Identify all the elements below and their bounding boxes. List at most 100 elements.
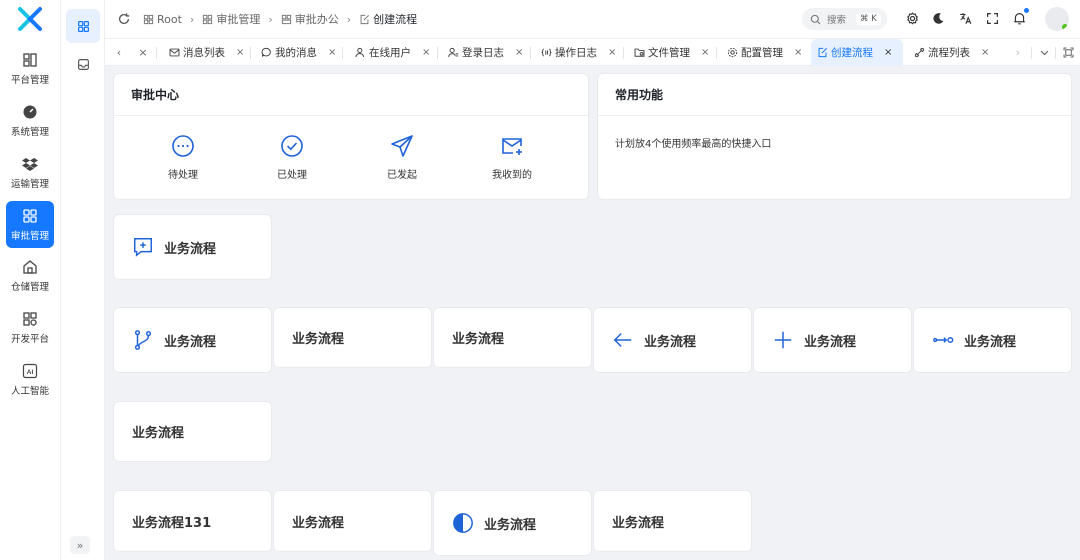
platform-icon [23,52,37,67]
close-icon[interactable]: × [701,47,709,58]
tabs-maximize-button[interactable] [1060,39,1076,66]
search-icon [810,14,821,24]
edit-icon [818,47,827,58]
sidebar-item-devplatform[interactable]: 开发平台 [6,304,54,351]
flow-card[interactable]: 业务流程 [273,490,432,552]
tab-file-management[interactable]: 文件管理 × [634,39,709,66]
sidebar-item-approval[interactable]: 审批管理 [6,201,54,248]
online-status-dot [1062,24,1068,30]
quick-action-pending[interactable]: 待处理 [153,134,213,181]
notification-badge [1024,8,1029,13]
flow-card[interactable]: 业务流程 [113,401,272,462]
flow-card-label: 业务流程 [644,334,697,350]
sidebar-item-label: 人工智能 [10,385,49,397]
sidebar-item-transport[interactable]: 运输管理 [6,149,54,196]
breadcrumb-item-current: 创建流程 [359,11,417,27]
close-icon[interactable]: × [236,47,244,58]
flow-card[interactable]: 业务流程131 [113,490,272,552]
flow-card-label: 业务流程 [452,332,505,347]
tab-message-list[interactable]: 消息列表 × [169,39,244,66]
flow-card[interactable]: 业务流程 [433,490,592,556]
settings-icon[interactable] [906,12,919,25]
tab-my-messages[interactable]: 我的消息 × [261,39,336,66]
tab-label: 消息列表 [183,47,225,59]
sidebar-item-platform[interactable]: 平台管理 [6,45,54,92]
flow-card-label: 业务流程 [964,334,1017,350]
refresh-icon[interactable] [117,12,131,26]
tab-divider [342,47,343,59]
fullscreen-icon[interactable] [986,12,999,25]
tabs-scroll-right-button[interactable]: › [1010,39,1026,66]
flow-card[interactable]: 业务流程 [273,307,432,368]
close-icon[interactable]: × [981,47,989,58]
grid-icon [77,20,89,32]
breadcrumb-item[interactable]: 审批办公 [281,11,339,27]
tab-label: 在线用户 [369,47,411,59]
breadcrumb-item[interactable]: 审批管理 [202,11,260,27]
check-circle-icon [281,135,303,157]
moon-icon[interactable] [932,12,945,25]
tabs-scroll-left-button[interactable]: ‹ [111,39,127,66]
sidebar-item-label: 开发平台 [10,333,49,345]
sidebar-item-label: 平台管理 [10,74,49,86]
quick-action-processed[interactable]: 已处理 [262,134,322,181]
quick-action-label: 已发起 [387,170,417,181]
flow-card[interactable]: 业务流程 [113,307,272,373]
tab-online-users[interactable]: 在线用户 × [355,39,430,66]
breadcrumb-label: 创建流程 [373,13,418,26]
dashboard-icon [23,105,37,118]
close-icon[interactable]: × [422,47,430,58]
avatar[interactable] [1045,7,1069,31]
tab-close-button[interactable]: × [137,39,149,66]
code-icon [541,48,552,57]
close-icon[interactable]: × [794,47,802,58]
flow-card[interactable]: 业务流程 [913,307,1072,373]
close-icon: × [138,46,148,59]
bell-icon[interactable] [1013,12,1026,25]
flow-card[interactable]: 业务流程 [753,307,912,373]
expand-sidebar-button[interactable]: » [70,536,90,554]
flow-card-label: 业务流程131 [132,515,212,531]
breadcrumb-item[interactable]: Root [143,13,182,26]
chat-icon [261,47,271,57]
flow-card[interactable]: 业务流程 [593,490,752,552]
translate-icon[interactable] [959,12,972,25]
quick-action-received[interactable]: 我收到的 [482,134,542,181]
flow-card-label: 业务流程 [292,515,345,531]
send-icon [391,135,413,157]
sidebar-item-label: 审批管理 [10,230,49,242]
sub-menu-flow[interactable] [66,47,100,81]
close-icon[interactable]: × [608,47,616,58]
flow-card[interactable]: 业务流程 [433,307,592,368]
tab-operation-log[interactable]: 操作日志 × [541,39,616,66]
tab-label: 创建流程 [831,47,873,59]
pending-icon [172,135,194,157]
close-icon[interactable]: × [515,47,523,58]
dropbox-icon [22,157,38,171]
plus-icon [774,331,792,349]
apps-icon [23,311,37,326]
search-box[interactable]: 搜索 ⌘ K [802,8,887,30]
arrow-left-icon [613,333,632,347]
flow-card[interactable]: 业务流程 [593,307,752,373]
sidebar-item-ai[interactable]: AI 人工智能 [6,356,54,403]
tab-login-log[interactable]: 登录日志 × [448,39,523,66]
tab-create-flow[interactable]: 创建流程 × [811,39,903,66]
tab-config-management[interactable]: 配置管理 × [727,39,802,66]
tab-flow-list[interactable]: 流程列表 × [914,39,989,66]
sidebar-item-warehouse[interactable]: 仓储管理 [6,252,54,299]
half-circle-icon [453,513,473,533]
sidebar-item-system[interactable]: 系统管理 [6,97,54,144]
breadcrumb-label: 审批办公 [294,13,339,26]
flow-card[interactable]: 业务流程 [113,214,272,280]
secondary-sidebar: » [61,0,105,560]
quick-action-initiated[interactable]: 已发起 [372,134,432,181]
tabs-menu-button[interactable] [1036,39,1052,66]
close-icon[interactable]: × [328,47,336,58]
quick-action-label: 待处理 [168,170,198,181]
close-icon[interactable]: × [884,47,892,58]
sub-menu-workbench[interactable] [66,9,100,43]
folder-icon [634,48,645,57]
sidebar-item-label: 运输管理 [10,178,49,190]
chevron-right-icon: › [346,12,352,26]
